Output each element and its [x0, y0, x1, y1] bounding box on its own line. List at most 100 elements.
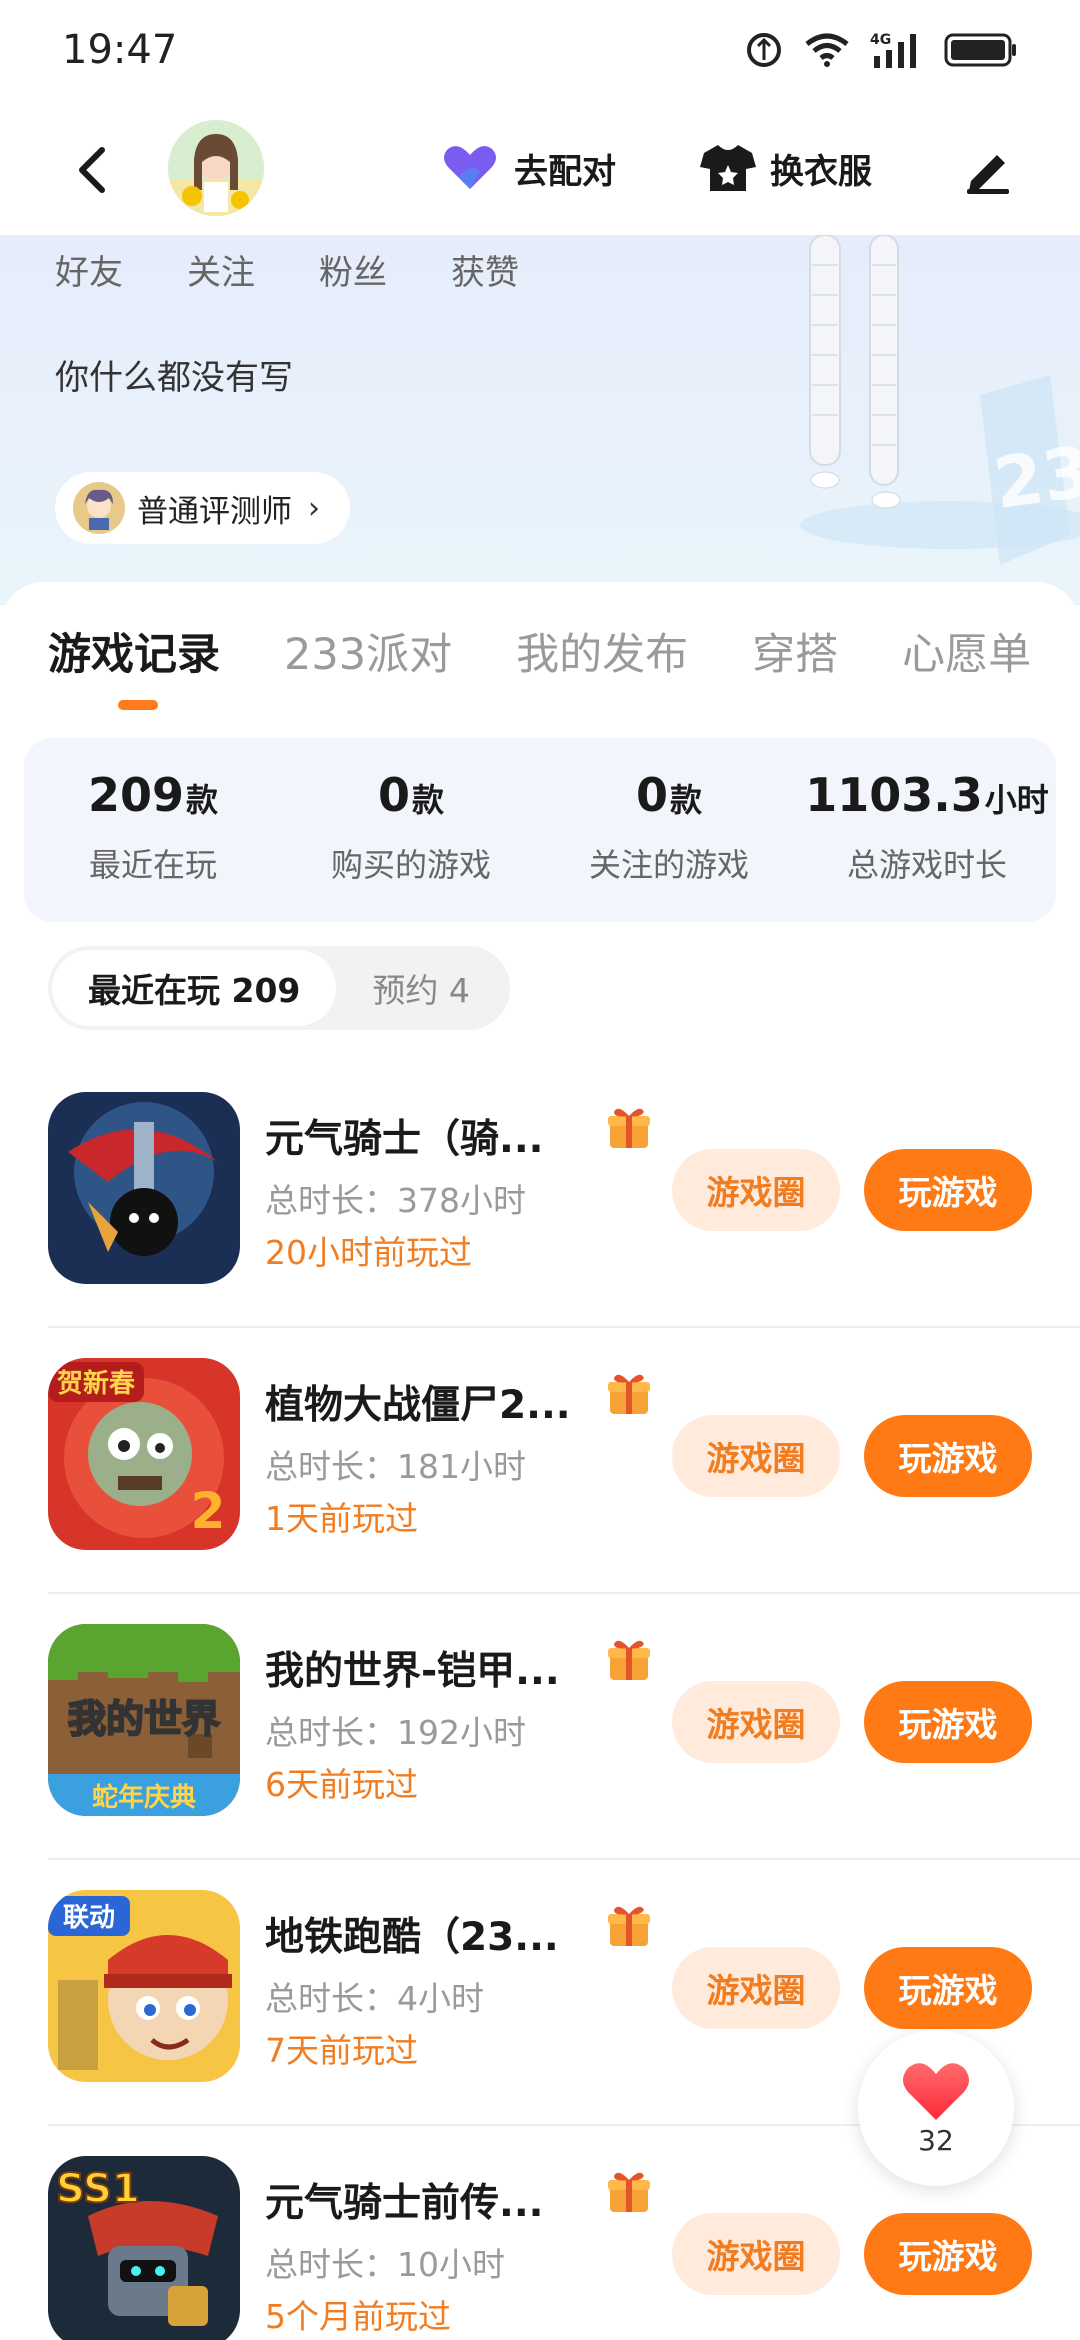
summary-purchased-count: 0 — [377, 768, 410, 822]
play-game-button[interactable]: 玩游戏 — [864, 1149, 1032, 1231]
play-game-button[interactable]: 玩游戏 — [864, 2213, 1032, 2295]
svg-text:2: 2 — [191, 1482, 226, 1540]
dress-label: 换衣服 — [770, 151, 872, 192]
status-icons: 4G — [744, 30, 1018, 70]
play-game-button[interactable]: 玩游戏 — [864, 1947, 1032, 2029]
edit-profile-button[interactable] — [958, 140, 1018, 200]
play-game-button[interactable]: 玩游戏 — [864, 1415, 1032, 1497]
profile-stats: 好友 关注 粉丝 获赞 — [55, 245, 519, 294]
summary-purchased[interactable]: 0款 购买的游戏 — [282, 738, 540, 922]
stat-following[interactable]: 关注 — [187, 245, 255, 294]
minecraft-icon-sub: 蛇年庆典 — [92, 1782, 196, 1813]
game-name: 植物大战僵尸2... — [265, 1383, 571, 1428]
game-duration: 总时长：4小时 — [265, 1979, 484, 2018]
summary-recent-count: 209 — [87, 768, 184, 822]
gift-icon[interactable] — [604, 2166, 654, 2216]
game-last-played: 6天前玩过 — [265, 1765, 418, 1804]
game-duration: 总时长：181小时 — [265, 1447, 526, 1486]
filter-recent[interactable]: 最近在玩 209 — [52, 950, 337, 1026]
summary-playtime-unit: 小时 — [984, 781, 1049, 819]
game-last-played: 1天前玩过 — [265, 1499, 418, 1538]
character-decoration: 233 — [800, 235, 1080, 565]
heart-icon — [903, 2062, 969, 2120]
reviewer-badge-label: 普通评测师 — [137, 493, 292, 530]
data-saver-icon — [747, 33, 781, 67]
filter-reserved[interactable]: 预约 4 — [336, 950, 506, 1026]
pair-label: 去配对 — [514, 151, 616, 192]
game-duration: 总时长：10小时 — [265, 2245, 505, 2284]
battery-icon — [944, 33, 1016, 67]
pvz2-icon-text: 贺新春 — [57, 1368, 135, 1399]
game-last-played: 7天前玩过 — [265, 2031, 418, 2070]
shirt-icon — [700, 145, 756, 191]
avatar[interactable] — [168, 120, 264, 216]
profile-bio: 你什么都没有写 — [55, 358, 293, 398]
soul-knight-prequel-icon: SS1 — [48, 2156, 240, 2340]
wifi-icon — [805, 33, 849, 67]
game-summary: 209 款 最近在玩 0款 购买的游戏 0款 关注的游戏 1103.3 小时 总游戏… — [24, 738, 1056, 922]
top-nav: 去配对 换衣服 — [0, 100, 1080, 235]
summary-followed-label: 关注的游戏 — [588, 846, 749, 884]
game-circle-button[interactable]: 游戏圈 — [672, 1149, 840, 1231]
back-button[interactable] — [62, 140, 122, 200]
summary-playtime[interactable]: 1103.3 小时 总游戏时长 — [798, 738, 1056, 922]
game-duration: 总时长：378小时 — [265, 1181, 526, 1220]
game-duration: 总时长：192小时 — [265, 1713, 526, 1752]
tab-my-posts[interactable]: 我的发布 — [516, 620, 688, 682]
summary-recent[interactable]: 209 款 最近在玩 — [24, 738, 282, 922]
game-circle-button[interactable]: 游戏圈 — [672, 1415, 840, 1497]
stat-likes[interactable]: 获赞 — [451, 245, 519, 294]
game-last-played: 20小时前玩过 — [265, 1233, 472, 1272]
active-tab-indicator — [118, 700, 158, 710]
list-filter-segment: 最近在玩 209 预约 4 — [48, 946, 510, 1030]
summary-recent-label: 最近在玩 — [88, 846, 217, 884]
change-outfit-button[interactable]: 换衣服 — [700, 140, 872, 196]
minecraft-icon-text: 我的世界 — [68, 1697, 220, 1741]
list-item[interactable]: 我的世界 蛇年庆典 我的世界-铠甲... 总时长：192小时 6天前玩过 游戏圈 … — [0, 1594, 1080, 1860]
tab-wishlist[interactable]: 心愿单 — [902, 620, 1031, 682]
gift-icon[interactable] — [604, 1634, 654, 1684]
like-count: 32 — [918, 2123, 954, 2157]
summary-recent-unit: 款 — [186, 781, 219, 819]
gift-icon[interactable] — [604, 1102, 654, 1152]
network-type: 4G — [870, 32, 891, 48]
ss1-icon-text: SS1 — [56, 2166, 140, 2212]
summary-followed[interactable]: 0款 关注的游戏 — [540, 738, 798, 922]
minecraft-icon: 我的世界 蛇年庆典 — [48, 1624, 240, 1816]
reviewer-badge[interactable]: 普通评测师 › — [55, 472, 350, 544]
summary-followed-count: 0 — [635, 768, 668, 822]
game-name: 元气骑士（骑... — [265, 1117, 544, 1162]
summary-playtime-label: 总游戏时长 — [846, 846, 1007, 884]
summary-followed-unit: 款 — [670, 781, 703, 819]
list-item[interactable]: 元气骑士（骑... 总时长：378小时 20小时前玩过 游戏圈 玩游戏 — [0, 1062, 1080, 1328]
like-button[interactable]: 32 — [858, 2030, 1014, 2186]
soul-knight-icon — [48, 1092, 240, 1284]
tab-game-records[interactable]: 游戏记录 — [48, 620, 220, 682]
chevron-right-icon: › — [308, 490, 320, 526]
summary-purchased-label: 购买的游戏 — [330, 846, 491, 884]
game-circle-button[interactable]: 游戏圈 — [672, 1947, 840, 2029]
play-game-button[interactable]: 玩游戏 — [864, 1681, 1032, 1763]
cellular-signal-icon: 4G — [870, 32, 916, 68]
heart-pair-icon — [444, 146, 496, 189]
tab-outfits[interactable]: 穿搭 — [752, 620, 838, 682]
game-circle-button[interactable]: 游戏圈 — [672, 1681, 840, 1763]
back-arrow-icon — [79, 147, 105, 193]
tab-233-party[interactable]: 233派对 — [284, 620, 452, 682]
reviewer-badge-icon — [73, 482, 125, 534]
avatar-image — [168, 120, 264, 216]
game-last-played: 5个月前玩过 — [265, 2297, 451, 2336]
game-name: 元气骑士前传... — [265, 2181, 544, 2226]
game-circle-button[interactable]: 游戏圈 — [672, 2213, 840, 2295]
gift-icon[interactable] — [604, 1900, 654, 1950]
status-bar: 19:47 4G — [0, 0, 1080, 100]
summary-playtime-value: 1103.3 — [805, 768, 983, 822]
stat-fans[interactable]: 粉丝 — [319, 245, 387, 294]
game-name: 我的世界-铠甲... — [265, 1649, 560, 1694]
subway-icon-text: 联动 — [63, 1903, 115, 1933]
pair-button[interactable]: 去配对 — [440, 140, 616, 196]
stat-friends[interactable]: 好友 — [55, 245, 123, 294]
list-item[interactable]: 贺新春 2 植物大战僵尸2... 总时长：181小时 1天前玩过 游戏圈 玩游戏 — [0, 1328, 1080, 1594]
gift-icon[interactable] — [604, 1368, 654, 1418]
game-name: 地铁跑酷（23... — [265, 1915, 559, 1960]
